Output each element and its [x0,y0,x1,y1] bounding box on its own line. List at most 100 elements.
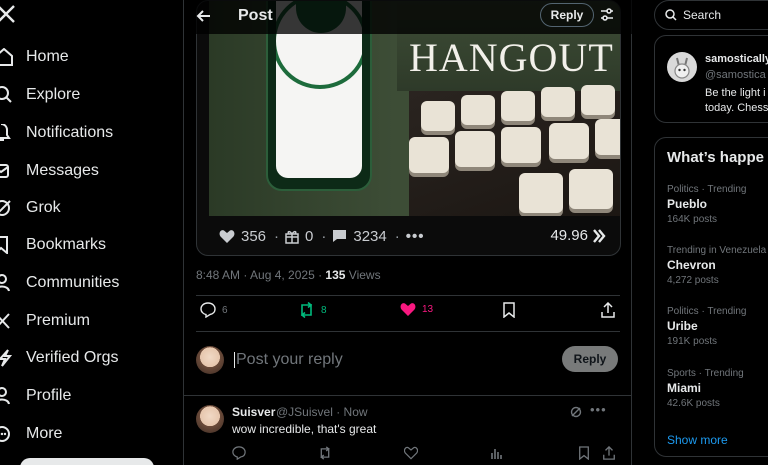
search-box[interactable]: Search [654,0,768,30]
trend-count: 42.6K posts [667,398,720,409]
back-arrow-icon[interactable] [196,7,212,25]
trend-topic: Miami [667,381,702,395]
image-title-text: HANGOUT [409,35,614,80]
trend-topic: Pueblo [667,197,708,211]
reply-icon[interactable] [232,446,246,460]
nav-communities[interactable]: Communities [0,267,119,299]
reply-avatar[interactable] [196,405,224,433]
reply-filter-button[interactable]: Reply [540,3,594,27]
sliders-icon[interactable] [600,7,614,23]
trend-item[interactable]: Trending in Venezuela Chevron 4,272 post… [667,243,766,288]
trend-context: Sports · Trending [667,368,744,379]
typewriter-keys [409,85,620,216]
heart-filled-icon [400,303,416,316]
repost-action[interactable]: 8 [298,302,327,318]
post-header: Post Reply [184,0,632,34]
nav-label-notifications: Notifications [26,124,114,141]
reply-text: wow incredible, that's great [232,422,377,436]
follow-suggestion-card[interactable]: samostically @samostica Be the light i t… [654,35,768,123]
bookmark-icon[interactable] [578,446,590,460]
nav-label-explore: Explore [26,86,81,103]
gift-icon [285,230,299,244]
separator-dot: · [394,227,400,245]
reply-composer: Post your reply Reply [196,338,620,382]
search-icon [665,9,677,21]
nav-profile[interactable]: Profile [0,380,71,412]
search-icon [0,84,16,106]
account-switcher[interactable] [20,458,154,465]
grok-icon [0,197,16,219]
trend-context: Politics · Trending [667,184,747,195]
share-icon [601,302,615,318]
nav-label-bookmarks: Bookmarks [26,236,107,253]
divider [184,395,632,396]
heart-icon [219,229,235,243]
nav-home[interactable]: Home [0,41,69,73]
reply-author-name[interactable]: Suisver [232,405,275,419]
embed-likes[interactable]: 356 [219,228,266,245]
grok-icon[interactable] [570,406,582,418]
avatar[interactable] [196,346,224,374]
bell-icon [0,122,16,144]
heart-icon[interactable] [404,446,418,460]
nav-grok[interactable]: Grok [0,192,61,224]
reply-icon [200,302,216,318]
like-count: 13 [422,304,434,315]
trend-context: Politics · Trending [667,306,747,317]
embed-comments-count: 3234 [353,227,387,245]
reply-more-button[interactable]: ••• [590,402,607,417]
embedded-post-card[interactable]: HANGOUT 356 · 0 · 3234 · ••• 49.96 [196,0,621,256]
trend-topic: Uribe [667,319,698,333]
trend-item[interactable]: Sports · Trending Miami 42.6K posts [667,366,744,411]
more-circle-icon [0,423,16,445]
trends-card: What’s happe Politics · Trending Pueblo … [654,137,768,457]
embed-comments[interactable]: 3234 [332,227,387,245]
trend-item[interactable]: Politics · Trending Pueblo 164K posts [667,182,746,227]
reply-action[interactable]: 6 [200,302,228,318]
share-icon[interactable] [602,446,616,460]
x-logo-icon[interactable] [0,4,16,24]
trend-item[interactable]: Politics · Trending Uribe 191K posts [667,304,746,349]
nav-bookmarks[interactable]: Bookmarks [0,229,106,261]
suggestion-name[interactable]: samostically [705,53,768,65]
page-title: Post [238,7,273,24]
share-action[interactable] [600,302,616,318]
nav-premium[interactable]: Premium [0,305,90,337]
views-chart-icon[interactable] [490,446,504,460]
post-timestamp[interactable]: 8:48 AM · Aug 4, 2025 · [196,268,325,282]
like-action[interactable]: 13 [400,302,433,317]
nav-notifications[interactable]: Notifications [0,117,113,149]
reply-input[interactable]: Post your reply [234,351,343,369]
nav-verified-orgs[interactable]: Verified Orgs [0,342,118,374]
trends-title: What’s happe [667,149,764,166]
embed-gifts[interactable]: 0 [285,228,313,245]
bookmark-action[interactable] [502,302,516,318]
nav-explore[interactable]: Explore [0,79,80,111]
profile-icon [0,385,16,407]
reply-post[interactable]: Suisver @JSuisvel · Now ••• wow incredib… [196,400,620,465]
nav-more[interactable]: More [0,418,62,450]
divider [196,331,620,332]
left-nav: Home Explore Notifications Messages Grok… [0,0,183,465]
trend-topic: Chevron [667,258,716,272]
embed-more-button[interactable]: ••• [406,228,425,245]
trend-count: 191K posts [667,336,718,347]
envelope-icon [0,160,16,182]
reply-submit-button[interactable]: Reply [562,346,618,372]
suggestion-avatar[interactable] [667,52,697,82]
home-icon [0,46,16,68]
divider [196,295,620,296]
main-column: Post Reply HANGOUT 356 · 0 · 3234 · ••• … [183,0,632,465]
post-meta: 8:48 AM · Aug 4, 2025 · 135 Views [196,268,381,282]
suggestion-bio-line1: Be the light i [705,87,766,99]
nav-label-profile: Profile [26,387,72,404]
views-label: Views [345,268,381,282]
repost-icon[interactable] [318,446,332,460]
repost-count: 8 [321,304,327,316]
show-more-link[interactable]: Show more [667,433,728,447]
reply-actions [232,446,620,462]
reply-author-handle[interactable]: @JSuisvel · Now [276,405,368,419]
nav-messages[interactable]: Messages [0,155,99,187]
separator-dot: · [321,227,327,245]
nav-label-messages: Messages [26,162,99,179]
